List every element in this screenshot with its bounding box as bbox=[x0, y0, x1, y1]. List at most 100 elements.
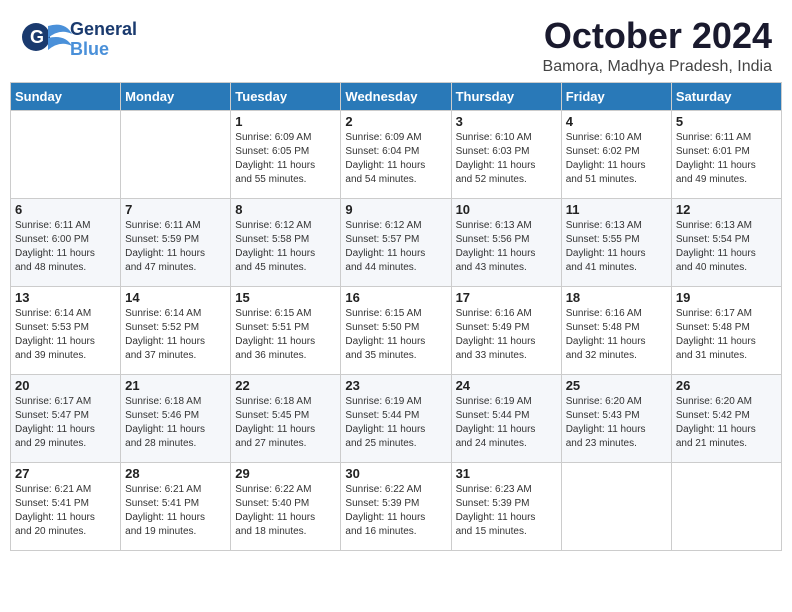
day-info: Sunrise: 6:20 AM Sunset: 5:43 PM Dayligh… bbox=[566, 395, 667, 451]
weekday-header-friday: Friday bbox=[561, 82, 671, 110]
day-number: 12 bbox=[676, 202, 777, 217]
day-info: Sunrise: 6:19 AM Sunset: 5:44 PM Dayligh… bbox=[345, 395, 446, 451]
week-row-2: 6Sunrise: 6:11 AM Sunset: 6:00 PM Daylig… bbox=[11, 198, 782, 286]
day-info: Sunrise: 6:13 AM Sunset: 5:56 PM Dayligh… bbox=[456, 219, 557, 275]
logo: G General Blue bbox=[20, 16, 137, 63]
day-info: Sunrise: 6:11 AM Sunset: 6:00 PM Dayligh… bbox=[15, 219, 116, 275]
day-number: 30 bbox=[345, 466, 446, 481]
day-number: 5 bbox=[676, 114, 777, 129]
day-cell: 19 Sunrise: 6:17 AM Sunset: 5:48 PM Dayli… bbox=[671, 286, 781, 374]
day-cell: 21 Sunrise: 6:18 AM Sunset: 5:46 PM Dayli… bbox=[121, 374, 231, 462]
day-cell bbox=[671, 462, 781, 550]
day-cell: 8 Sunrise: 6:12 AM Sunset: 5:58 PM Daylig… bbox=[231, 198, 341, 286]
day-info: Sunrise: 6:18 AM Sunset: 5:45 PM Dayligh… bbox=[235, 395, 336, 451]
day-info: Sunrise: 6:15 AM Sunset: 5:50 PM Dayligh… bbox=[345, 307, 446, 363]
day-cell: 31Sunrise: 6:23 AM Sunset: 5:39 PM Dayli… bbox=[451, 462, 561, 550]
day-info: Sunrise: 6:12 AM Sunset: 5:58 PM Dayligh… bbox=[235, 219, 336, 275]
weekday-header-monday: Monday bbox=[121, 82, 231, 110]
day-info: Sunrise: 6:14 AM Sunset: 5:53 PM Dayligh… bbox=[15, 307, 116, 363]
day-info: Sunrise: 6:21 AM Sunset: 5:41 PM Dayligh… bbox=[15, 483, 116, 539]
day-info: Sunrise: 6:16 AM Sunset: 5:49 PM Dayligh… bbox=[456, 307, 557, 363]
day-info: Sunrise: 6:17 AM Sunset: 5:48 PM Dayligh… bbox=[676, 307, 777, 363]
day-cell: 9Sunrise: 6:12 AM Sunset: 5:57 PM Daylig… bbox=[341, 198, 451, 286]
day-info: Sunrise: 6:09 AM Sunset: 6:05 PM Dayligh… bbox=[235, 131, 336, 187]
day-info: Sunrise: 6:22 AM Sunset: 5:39 PM Dayligh… bbox=[345, 483, 446, 539]
day-cell: 22 Sunrise: 6:18 AM Sunset: 5:45 PM Dayli… bbox=[231, 374, 341, 462]
weekday-header-wednesday: Wednesday bbox=[341, 82, 451, 110]
day-number: 25 bbox=[566, 378, 667, 393]
day-number: 27 bbox=[15, 466, 116, 481]
week-row-5: 27 Sunrise: 6:21 AM Sunset: 5:41 PM Dayli… bbox=[11, 462, 782, 550]
day-cell: 17Sunrise: 6:16 AM Sunset: 5:49 PM Dayli… bbox=[451, 286, 561, 374]
day-number: 10 bbox=[456, 202, 557, 217]
svg-text:G: G bbox=[30, 27, 44, 47]
day-cell: 6Sunrise: 6:11 AM Sunset: 6:00 PM Daylig… bbox=[11, 198, 121, 286]
day-info: Sunrise: 6:17 AM Sunset: 5:47 PM Dayligh… bbox=[15, 395, 116, 451]
day-cell: 7 Sunrise: 6:11 AM Sunset: 5:59 PM Daylig… bbox=[121, 198, 231, 286]
day-info: Sunrise: 6:23 AM Sunset: 5:39 PM Dayligh… bbox=[456, 483, 557, 539]
logo-blue: Blue bbox=[70, 40, 137, 60]
day-number: 14 bbox=[125, 290, 226, 305]
day-cell: 18 Sunrise: 6:16 AM Sunset: 5:48 PM Dayli… bbox=[561, 286, 671, 374]
day-number: 29 bbox=[235, 466, 336, 481]
day-info: Sunrise: 6:20 AM Sunset: 5:42 PM Dayligh… bbox=[676, 395, 777, 451]
day-cell: 11 Sunrise: 6:13 AM Sunset: 5:55 PM Dayli… bbox=[561, 198, 671, 286]
day-info: Sunrise: 6:21 AM Sunset: 5:41 PM Dayligh… bbox=[125, 483, 226, 539]
day-number: 20 bbox=[15, 378, 116, 393]
day-info: Sunrise: 6:12 AM Sunset: 5:57 PM Dayligh… bbox=[345, 219, 446, 275]
title-block: October 2024 Bamora, Madhya Pradesh, Ind… bbox=[543, 16, 772, 76]
day-info: Sunrise: 6:11 AM Sunset: 6:01 PM Dayligh… bbox=[676, 131, 777, 187]
day-cell: 24Sunrise: 6:19 AM Sunset: 5:44 PM Dayli… bbox=[451, 374, 561, 462]
month-title: October 2024 bbox=[543, 16, 772, 56]
week-row-1: 1 Sunrise: 6:09 AM Sunset: 6:05 PM Daylig… bbox=[11, 110, 782, 198]
day-number: 1 bbox=[235, 114, 336, 129]
weekday-header-thursday: Thursday bbox=[451, 82, 561, 110]
day-cell: 5 Sunrise: 6:11 AM Sunset: 6:01 PM Daylig… bbox=[671, 110, 781, 198]
weekday-header-sunday: Sunday bbox=[11, 82, 121, 110]
day-number: 2 bbox=[345, 114, 446, 129]
day-number: 21 bbox=[125, 378, 226, 393]
day-number: 22 bbox=[235, 378, 336, 393]
weekday-header-saturday: Saturday bbox=[671, 82, 781, 110]
day-info: Sunrise: 6:18 AM Sunset: 5:46 PM Dayligh… bbox=[125, 395, 226, 451]
day-number: 13 bbox=[15, 290, 116, 305]
day-number: 18 bbox=[566, 290, 667, 305]
day-cell: 12 Sunrise: 6:13 AM Sunset: 5:54 PM Dayli… bbox=[671, 198, 781, 286]
day-number: 4 bbox=[566, 114, 667, 129]
day-cell bbox=[121, 110, 231, 198]
day-number: 15 bbox=[235, 290, 336, 305]
day-number: 26 bbox=[676, 378, 777, 393]
day-cell: 25 Sunrise: 6:20 AM Sunset: 5:43 PM Dayli… bbox=[561, 374, 671, 462]
day-number: 16 bbox=[345, 290, 446, 305]
day-number: 8 bbox=[235, 202, 336, 217]
day-cell: 20 Sunrise: 6:17 AM Sunset: 5:47 PM Dayli… bbox=[11, 374, 121, 462]
day-info: Sunrise: 6:14 AM Sunset: 5:52 PM Dayligh… bbox=[125, 307, 226, 363]
calendar-table: SundayMondayTuesdayWednesdayThursdayFrid… bbox=[10, 82, 782, 551]
day-cell: 13 Sunrise: 6:14 AM Sunset: 5:53 PM Dayli… bbox=[11, 286, 121, 374]
weekday-header-row: SundayMondayTuesdayWednesdayThursdayFrid… bbox=[11, 82, 782, 110]
week-row-3: 13 Sunrise: 6:14 AM Sunset: 5:53 PM Dayli… bbox=[11, 286, 782, 374]
day-info: Sunrise: 6:16 AM Sunset: 5:48 PM Dayligh… bbox=[566, 307, 667, 363]
day-info: Sunrise: 6:15 AM Sunset: 5:51 PM Dayligh… bbox=[235, 307, 336, 363]
day-info: Sunrise: 6:09 AM Sunset: 6:04 PM Dayligh… bbox=[345, 131, 446, 187]
day-info: Sunrise: 6:22 AM Sunset: 5:40 PM Dayligh… bbox=[235, 483, 336, 539]
day-cell: 23 Sunrise: 6:19 AM Sunset: 5:44 PM Dayli… bbox=[341, 374, 451, 462]
day-number: 19 bbox=[676, 290, 777, 305]
day-number: 11 bbox=[566, 202, 667, 217]
day-info: Sunrise: 6:10 AM Sunset: 6:02 PM Dayligh… bbox=[566, 131, 667, 187]
day-number: 23 bbox=[345, 378, 446, 393]
day-info: Sunrise: 6:11 AM Sunset: 5:59 PM Dayligh… bbox=[125, 219, 226, 275]
day-info: Sunrise: 6:13 AM Sunset: 5:54 PM Dayligh… bbox=[676, 219, 777, 275]
day-cell: 14 Sunrise: 6:14 AM Sunset: 5:52 PM Dayli… bbox=[121, 286, 231, 374]
day-cell bbox=[561, 462, 671, 550]
day-cell: 10 Sunrise: 6:13 AM Sunset: 5:56 PM Dayli… bbox=[451, 198, 561, 286]
location-title: Bamora, Madhya Pradesh, India bbox=[543, 58, 772, 76]
day-cell: 28Sunrise: 6:21 AM Sunset: 5:41 PM Dayli… bbox=[121, 462, 231, 550]
day-cell: 2 Sunrise: 6:09 AM Sunset: 6:04 PM Daylig… bbox=[341, 110, 451, 198]
day-info: Sunrise: 6:10 AM Sunset: 6:03 PM Dayligh… bbox=[456, 131, 557, 187]
day-cell: 29 Sunrise: 6:22 AM Sunset: 5:40 PM Dayli… bbox=[231, 462, 341, 550]
day-number: 7 bbox=[125, 202, 226, 217]
day-number: 3 bbox=[456, 114, 557, 129]
day-info: Sunrise: 6:13 AM Sunset: 5:55 PM Dayligh… bbox=[566, 219, 667, 275]
page-header: G General Blue October 2024 Bamora, Madh… bbox=[10, 10, 782, 76]
